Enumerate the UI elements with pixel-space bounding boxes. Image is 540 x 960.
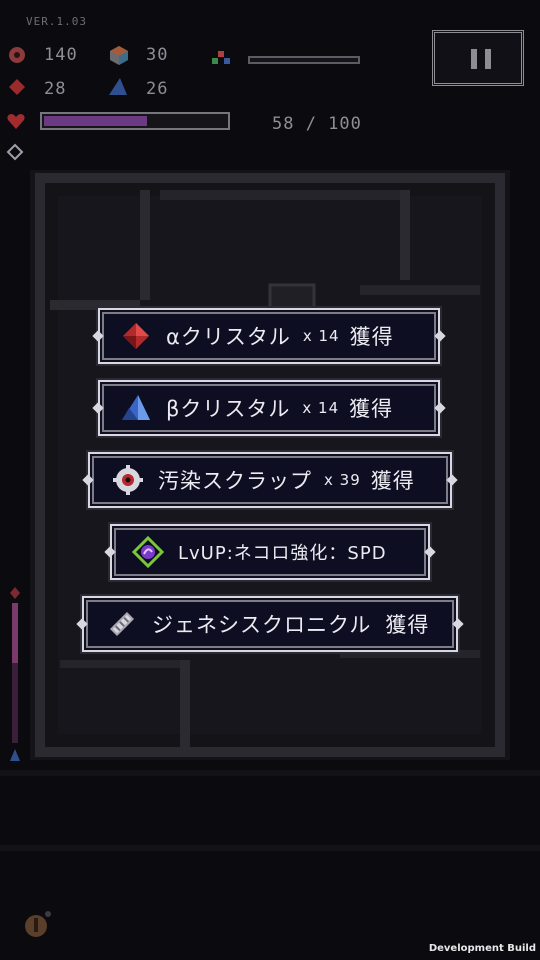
development-build-label: Development Build [428, 943, 536, 954]
settings-badge-icon[interactable] [22, 908, 54, 940]
reward-suffix: 獲得 [370, 469, 415, 493]
red-crystal-icon [123, 323, 149, 349]
reward-label: ジェネシスクロニクル [152, 613, 372, 637]
beta-count: 26 [146, 79, 169, 99]
cube-count: 30 [146, 45, 169, 65]
version-label: VER.1.03 [26, 15, 87, 28]
alpha-count: 28 [44, 79, 67, 99]
reward-label: LvUP:ネコロ強化：SPD [178, 543, 387, 564]
progress-gauge [248, 56, 360, 64]
reward-multiplier: x 39 [324, 471, 361, 489]
blue-crystal-icon [122, 395, 150, 420]
cube-icon [110, 46, 128, 65]
heart-icon [7, 114, 25, 129]
reward-suffix: 獲得 [349, 397, 394, 421]
levelup-icon [132, 536, 164, 568]
reward-label: βクリスタル [166, 397, 291, 421]
pause-icon-bar [485, 49, 491, 69]
reward-label: αクリスタル [166, 325, 291, 349]
reward-level-up: LvUP:ネコロ強化：SPD [110, 524, 430, 580]
reward-beta-crystal: βクリスタル x 14 獲得 [98, 380, 440, 436]
reward-alpha-crystal: αクリスタル x 14 獲得 [98, 308, 440, 364]
reward-suffix: 獲得 [385, 613, 430, 637]
reward-contaminated-scrap: 汚染スクラップ x 39 獲得 [88, 452, 452, 508]
alpha-crystal-small-icon [9, 79, 25, 95]
reward-genesis-chronicle: ジェネシスクロニクル 獲得 [82, 596, 458, 652]
scrap-gear-icon [113, 465, 143, 495]
beta-crystal-small-icon [109, 78, 127, 95]
reward-label: 汚染スクラップ [158, 469, 312, 493]
side-gauge [10, 587, 20, 761]
reward-multiplier: x 14 [302, 327, 340, 345]
hp-bar-fill [44, 116, 147, 126]
diamond-outline-icon [6, 143, 24, 161]
hp-bar [40, 112, 230, 130]
pause-button[interactable] [432, 30, 524, 86]
hp-value: 58 / 100 [272, 114, 362, 134]
reward-multiplier: x 14 [302, 399, 340, 417]
scrap-gear-icon [9, 47, 25, 63]
scrap-count: 140 [44, 45, 78, 65]
reward-suffix: 獲得 [349, 325, 394, 349]
chronicle-icon [109, 611, 135, 637]
pause-icon [471, 49, 477, 69]
rgb-dots-icon [212, 51, 230, 64]
